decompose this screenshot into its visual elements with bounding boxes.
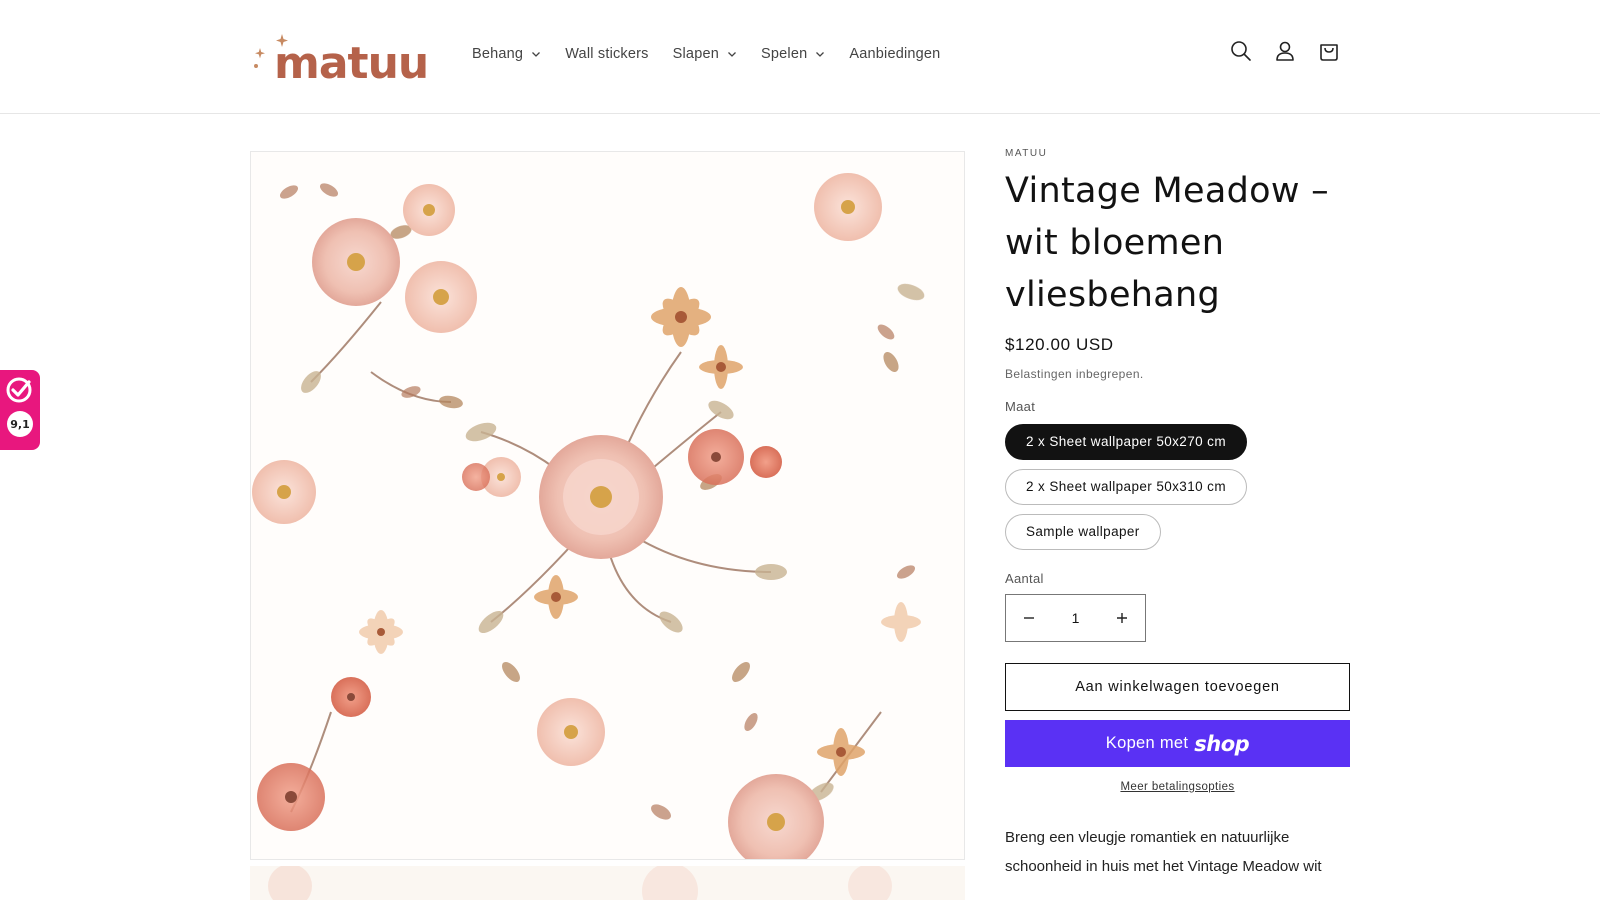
nav-item-label: Slapen [672, 46, 719, 62]
nav-item-aanbiedingen[interactable]: Aanbiedingen [837, 40, 952, 68]
logo-wordmark: matuu [274, 38, 429, 89]
chevron-down-icon [816, 52, 825, 57]
minus-icon [1024, 617, 1034, 619]
shop-logo: shop [1194, 731, 1250, 756]
account-button[interactable] [1272, 38, 1298, 64]
brand-logo[interactable]: matuu [252, 30, 429, 89]
cart-icon [1320, 44, 1338, 61]
nav-item-slapen[interactable]: Slapen [661, 40, 749, 68]
review-check-icon [6, 377, 32, 403]
floral-wallpaper-image [252, 173, 925, 859]
more-payment-options-link[interactable]: Meer betalingsopties [1005, 781, 1350, 793]
product-price: $120.00 USD [1005, 335, 1114, 354]
sparkle-icon [254, 34, 288, 68]
search-icon [1231, 41, 1251, 61]
nav-item-label: Spelen [761, 46, 808, 62]
nav-item-label: Wall stickers [565, 46, 649, 62]
quantity-decrease-button[interactable] [1006, 595, 1052, 641]
size-options: 2 x Sheet wallpaper 50x270 cm 2 x Sheet … [1005, 424, 1350, 559]
shop-pay-label: Kopen met [1105, 734, 1189, 752]
quantity-stepper: 1 [1005, 594, 1146, 642]
cart-button[interactable] [1316, 38, 1342, 64]
nav-item-label: Behang [472, 46, 524, 62]
review-badge[interactable]: 9,1 [0, 370, 40, 450]
nav-item-wall-stickers[interactable]: Wall stickers [553, 40, 660, 68]
chevron-down-icon [728, 52, 736, 57]
size-label: Maat [1005, 399, 1036, 414]
nav-item-spelen[interactable]: Spelen [749, 40, 837, 68]
size-option[interactable]: Sample wallpaper [1005, 514, 1161, 550]
size-option[interactable]: 2 x Sheet wallpaper 50x310 cm [1005, 469, 1247, 505]
product-image[interactable] [250, 151, 965, 860]
quantity-input[interactable]: 1 [1053, 610, 1099, 626]
product-vendor: MATUU [1005, 148, 1048, 159]
nav-item-behang[interactable]: Behang [460, 40, 553, 68]
tax-note: Belastingen inbegrepen. [1005, 367, 1350, 381]
add-to-cart-button[interactable]: Aan winkelwagen toevoegen [1005, 663, 1350, 711]
size-option[interactable]: 2 x Sheet wallpaper 50x270 cm [1005, 424, 1247, 460]
shop-pay-button[interactable]: Kopen met shop [1005, 720, 1350, 767]
product-description: Breng een vleugje romantiek en natuurlij… [1005, 829, 1322, 875]
floral-wallpaper-image [268, 866, 892, 900]
product-title: Vintage Meadow – wit bloemen vliesbehang [1005, 171, 1329, 315]
chevron-down-icon [532, 52, 541, 57]
search-button[interactable] [1228, 38, 1254, 64]
review-score: 9,1 [7, 411, 33, 437]
plus-icon [1117, 613, 1127, 623]
product-info: MATUU Vintage Meadow – wit bloemen vlies… [1005, 148, 1350, 881]
tax-note-text[interactable]: Belastingen inbegrepen. [1005, 367, 1144, 381]
quantity-increase-button[interactable] [1099, 595, 1145, 641]
nav-item-label: Aanbiedingen [849, 46, 941, 62]
account-icon [1276, 41, 1294, 61]
site-header: matuu Behang Wall stickers Slapen Spelen… [0, 0, 1600, 114]
product-image-2[interactable] [250, 866, 965, 900]
header-actions [1228, 38, 1342, 64]
main-nav: Behang Wall stickers Slapen Spelen Aanbi… [460, 40, 952, 68]
quantity-label: Aantal [1005, 571, 1044, 586]
